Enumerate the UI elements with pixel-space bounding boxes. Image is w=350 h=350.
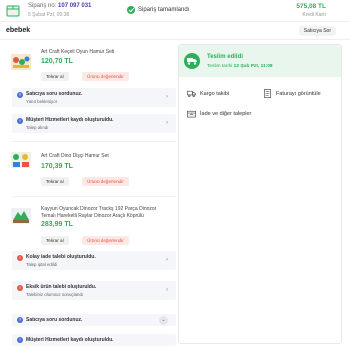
product-price: 283,99 TL [41,221,73,228]
headset-icon: ! [17,118,23,124]
row-title: Eksik ürün talebi oluşturuldu. [26,284,97,290]
view-invoice-label: Faturayı görüntüle [276,90,321,97]
row-title: Müşteri Hizmetleri kaydı oluşturuldu. [26,117,114,123]
delivery-date: Teslim tarihi 12 Şub Pzt, 11:08 [207,64,273,69]
row-title: Müşteri Hizmetleri kaydı oluşturuldu. [26,337,114,343]
review-product-button[interactable]: Ürünü değerlendir [82,236,129,245]
alert-icon: ! [17,255,23,261]
review-product-button[interactable]: Ürünü değerlendir [82,72,129,81]
alert-icon: ! [17,285,23,291]
row-title: Kolay iade talebi oluşturuldu. [26,254,96,260]
row-title: Satıcıya soru sordunuz. [26,317,83,323]
delivery-status-banner: Teslim edildi Teslim tarihi 12 Şub Pzt, … [179,45,341,77]
seller-bar: ebebek Satıcıya Sor [0,23,350,40]
order-status-text: Sipariş tamamlandı [138,7,190,13]
return-request-row[interactable]: ! Kolay iade talebi oluşturuldu. Talep i… [12,251,176,270]
view-invoice-button[interactable]: Faturayı görüntüle [263,89,321,98]
reorder-button[interactable]: Tekrar al [41,72,69,81]
missing-item-row[interactable]: ! Eksik ürün talebi oluşturuldu. Talebin… [12,281,176,300]
order-header: Sipariş no: 107 097 031 5 Şubat Pzt, 09:… [0,0,350,22]
truck-outline-icon [187,90,196,98]
order-status: Sipariş tamamlandı [127,6,189,14]
returns-requests-label: İade ve diğer talepler [200,110,252,117]
seller-question-row[interactable]: ? Satıcıya soru sordunuz. ⌄ [12,314,176,326]
row-title: Satıcıya soru sordunuz. [26,91,83,97]
order-total: 575,08 TL [296,3,326,10]
product-title[interactable]: Art Craft Keçeli Oyun Hamur Seti [41,49,171,56]
reorder-button[interactable]: Tekrar al [41,177,69,186]
customer-service-row[interactable]: ! Müşteri Hizmetleri kaydı oluşturuldu. [12,334,176,346]
delivery-status-title: Teslim edildi [207,54,243,60]
order-date: 5 Şubat Pzt, 09:38 [28,12,70,18]
product-image[interactable] [10,206,32,226]
cargo-tracking-button[interactable]: Kargo takibi [187,89,229,98]
check-circle-icon [127,6,135,14]
row-subtitle: Talep alındı [26,125,49,130]
row-subtitle: Yanıt bekleniyor [26,99,58,104]
product-image[interactable] [10,150,32,170]
chevron-right-icon: › [166,257,168,263]
chevron-right-icon: › [166,287,168,293]
order-number: Sipariş no: 107 097 031 [28,3,92,9]
return-box-icon [187,110,196,118]
row-subtitle: Talep iptal edildi [26,262,58,267]
chevron-right-icon: › [166,120,168,126]
product-price: 170,39 TL [41,163,73,170]
package-icon [6,5,20,17]
customer-service-row[interactable]: ! Müşteri Hizmetleri kaydı oluşturuldu. … [12,114,176,133]
row-subtitle: Talebiniz olumsuz sonuçlandı [26,292,84,297]
product-title[interactable]: Kayyun Oyuncak Dinozor Trackş 192 Parça … [41,206,171,219]
divider [12,141,176,142]
payment-method: Kredi Kartı [302,12,326,18]
order-number-value: 107 097 031 [58,3,92,9]
question-icon: ? [17,92,23,98]
seller-question-row[interactable]: ? Satıcıya soru sordunuz. Yanıt bekleniy… [12,88,176,107]
chevron-right-icon: › [166,94,168,100]
truck-icon [184,53,200,69]
chevron-down-icon[interactable]: ⌄ [159,315,168,325]
invoice-icon [263,89,272,98]
returns-requests-button[interactable]: İade ve diğer talepler [187,109,251,118]
ask-seller-button[interactable]: Satıcıya Sor [298,26,336,36]
reorder-button[interactable]: Tekrar al [41,236,69,245]
headset-icon: ! [17,337,23,343]
divider [12,196,176,197]
delivery-panel: Teslim edildi Teslim tarihi 12 Şub Pzt, … [178,44,342,344]
product-title[interactable]: Art Craft Dino Dişçi Hamur Set [41,153,171,160]
product-image[interactable] [10,52,32,72]
seller-name[interactable]: ebebek [6,27,30,34]
cargo-tracking-label: Kargo takibi [200,90,230,97]
review-product-button[interactable]: Ürünü değerlendir [82,177,129,186]
product-price: 120,70 TL [41,58,73,65]
delivery-date-value: 12 Şub Pzt, 11:08 [233,64,273,69]
question-icon: ? [17,317,23,323]
